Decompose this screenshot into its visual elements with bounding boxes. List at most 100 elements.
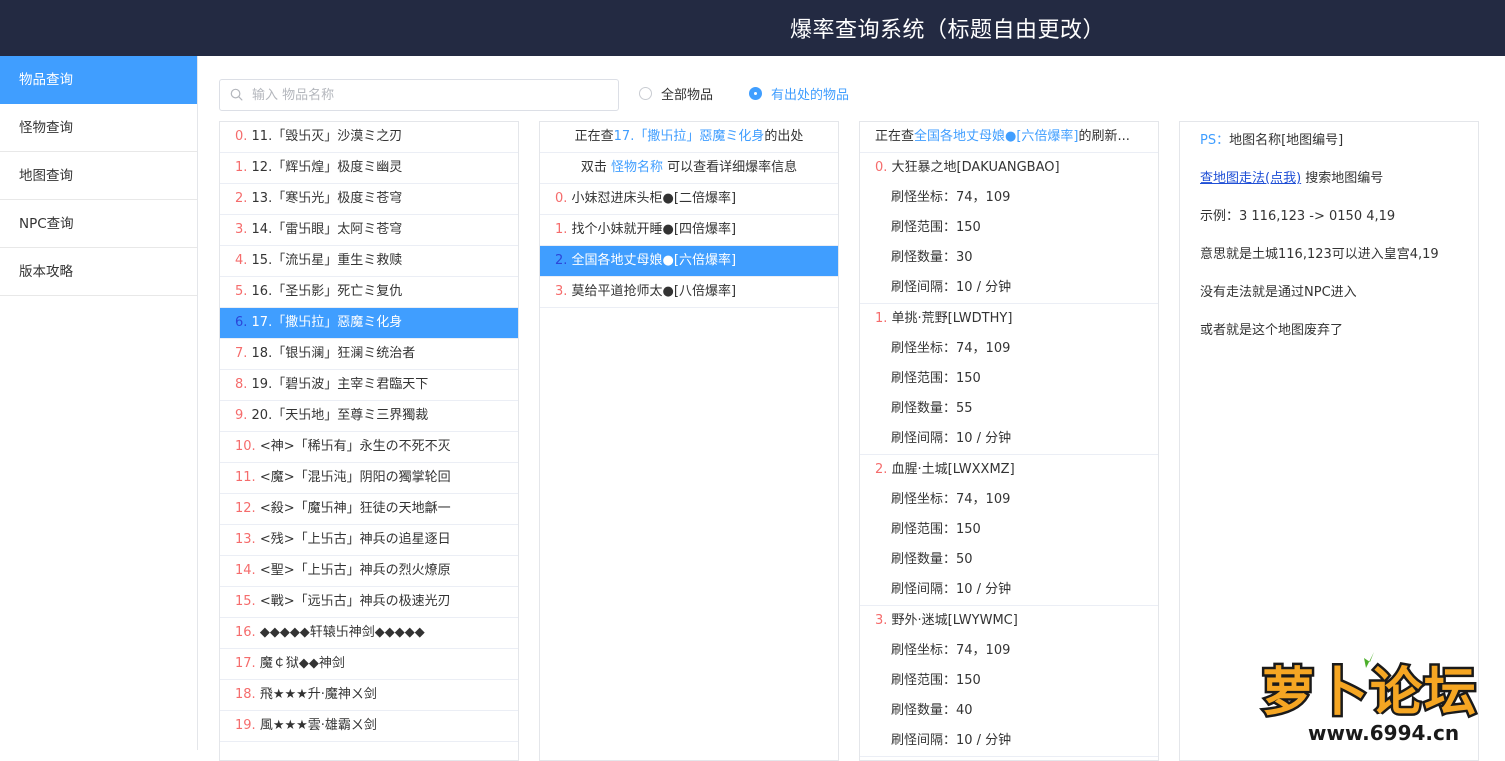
item-index: 5. [235,284,248,299]
item-row[interactable]: 17. 魔￠狱◆◆神剑 [220,649,518,680]
item-row[interactable]: 12. <殺>「魔卐神」狂徒の天地龢一 [220,494,518,525]
monster-row[interactable]: 2. 全国各地丈母娘●[六倍爆率] [540,246,838,277]
map-path-link[interactable]: 查地图走法(点我) [1200,171,1301,186]
map-name: 大狂暴之地[DAKUANGBAO] [887,160,1060,175]
logo-site-text: www.6994.cn [1308,721,1459,745]
item-row[interactable]: 16. ◆◆◆◆◆轩辕卐神剑◆◆◆◆◆ [220,618,518,649]
item-row[interactable]: 10. <神>「稀卐有」永生の不死不灭 [220,432,518,463]
hint-link: 怪物名称 [610,160,663,175]
item-name: 飛★★★升·魔神ㄨ剑 [255,687,377,702]
item-row[interactable]: 18. 飛★★★升·魔神ㄨ剑 [220,680,518,711]
map-header-suffix: 的刷新... [1078,129,1130,144]
item-row[interactable]: 7. 18.「银卐澜」狂澜ミ统治者 [220,339,518,370]
sidebar-item-npc-query[interactable]: NPC查询 [0,200,197,248]
item-index: 4. [235,253,248,268]
monster-row[interactable]: 3. 莫给平道抢师太●[八倍爆率] [540,277,838,308]
monster-row[interactable]: 0. 小妹怼进床头柜●[二倍爆率] [540,184,838,215]
item-name: 17.「撒卐拉」惡魔ミ化身 [247,315,403,330]
item-row[interactable]: 6. 17.「撒卐拉」惡魔ミ化身 [220,308,518,339]
map-detail-line: 刷怪坐标：74，109 [891,341,1011,356]
item-index: 8. [235,377,248,392]
search-box[interactable] [219,79,619,111]
sidebar-item-item-query[interactable]: 物品查询 [0,56,197,104]
abandoned-text: 或者就是这个地图废弃了 [1200,323,1344,338]
item-name: 15.「流卐星」重生ミ救赎 [247,253,403,268]
item-name: 16.「圣卐影」死亡ミ复仇 [247,284,403,299]
monster-header-item: 17.「撒卐拉」惡魔ミ化身 [613,129,765,144]
item-index: 1. [235,160,248,175]
top-header: 爆率查询系统（标题自由更改） [0,0,1505,56]
no-path-text: 没有走法就是通过NPC进入 [1200,285,1357,300]
hint-suffix: 可以查看详细爆率信息 [663,160,798,175]
search-input[interactable] [252,84,612,106]
item-index: 9. [235,408,248,423]
filter-all-items-radio[interactable]: 全部物品 [639,84,713,103]
item-index: 7. [235,346,248,361]
map-entry: 2. 血腥·土城[LWXXMZ] 刷怪坐标：74，109 刷怪范围：150 刷怪数量：… [860,455,1158,606]
item-row[interactable]: 13. <残>「上卐古」神兵の追星逐日 [220,525,518,556]
sidebar-item-monster-query[interactable]: 怪物查询 [0,104,197,152]
map-title[interactable]: 0. 大狂暴之地[DAKUANGBAO] [860,153,1158,183]
map-title[interactable]: 3. 野外·迷城[LWYWMC] [860,606,1158,636]
item-row[interactable]: 11. <魔>「混卐沌」阴阳の獨掌轮回 [220,463,518,494]
map-detail-line: 刷怪范围：150 [891,220,981,235]
item-row[interactable]: 5. 16.「圣卐影」死亡ミ复仇 [220,277,518,308]
item-row[interactable]: 14. <聖>「上卐古」神兵の烈火燎原 [220,556,518,587]
item-index: 16. [235,625,256,640]
sidebar-item-map-query[interactable]: 地图查询 [0,152,197,200]
item-row[interactable]: 3. 14.「雷卐眼」太阿ミ苍穹 [220,215,518,246]
monster-index: 3. [555,284,568,299]
item-row[interactable]: 1. 12.「辉卐煌」极度ミ幽灵 [220,153,518,184]
ps-text: 地图名称[地图编号] [1229,133,1344,148]
map-detail-line: 刷怪范围：150 [891,522,981,537]
map-entry: 1. 单挑·荒野[LWDTHY] 刷怪坐标：74，109 刷怪范围：150 刷怪数量：… [860,304,1158,455]
item-name: <神>「稀卐有」永生の不死不灭 [255,439,451,454]
monster-list: 0. 小妹怼进床头柜●[二倍爆率] 1. 找个小妹就开睡●[四倍爆率] 2. 全国各… [540,184,838,308]
item-row[interactable]: 19. 風★★★雲·雄霸ㄨ剑 [220,711,518,742]
monster-header-suffix: 的出处 [764,129,804,144]
item-row[interactable]: 9. 20.「天卐地」至尊ミ三界獨裁 [220,401,518,432]
map-detail-line: 刷怪间隔：10 / 分钟 [891,733,1012,748]
filter-has-source-label: 有出处的物品 [771,87,850,103]
map-detail-line: 刷怪间隔：10 / 分钟 [891,582,1012,597]
item-name: 20.「天卐地」至尊ミ三界獨裁 [247,408,429,423]
map-detail-line: 刷怪坐标：74，109 [891,643,1011,658]
page-title: 爆率查询系统（标题自由更改） [790,18,1106,43]
monster-name: 找个小妹就开睡●[四倍爆率] [567,222,737,237]
ps-label: PS： [1200,133,1230,148]
item-row[interactable]: 4. 15.「流卐星」重生ミ救赎 [220,246,518,277]
map-header-item: 全国各地丈母娘●[六倍爆率] [914,129,1079,144]
map-detail-line: 刷怪坐标：74，109 [891,190,1011,205]
map-index: 0. [875,160,888,175]
item-row[interactable]: 15. <戰>「远卐古」神兵の极速光刃 [220,587,518,618]
monster-source-panel: 正在查17.「撒卐拉」惡魔ミ化身的出处 双击 怪物名称 可以查看详细爆率信息 0… [539,121,839,761]
map-name: 单挑·荒野[LWDTHY] [887,311,1013,326]
map-index: 1. [875,311,888,326]
monster-index: 0. [555,191,568,206]
sidebar-item-guide[interactable]: 版本攻略 [0,248,197,296]
monster-panel-header: 正在查17.「撒卐拉」惡魔ミ化身的出处 [540,122,838,153]
map-panel-header: 正在查全国各地丈母娘●[六倍爆率]的刷新... [860,122,1158,153]
item-index: 17. [235,656,256,671]
item-index: 10. [235,439,256,454]
map-title[interactable]: 1. 单挑·荒野[LWDTHY] [860,304,1158,334]
map-detail-line: 刷怪范围：150 [891,371,981,386]
map-entry: 0. 大狂暴之地[DAKUANGBAO] 刷怪坐标：74，109 刷怪范围：150 刷… [860,153,1158,304]
map-detail-line: 刷怪数量：30 [891,250,973,265]
monster-index: 1. [555,222,568,237]
monster-row[interactable]: 1. 找个小妹就开睡●[四倍爆率] [540,215,838,246]
item-row[interactable]: 0. 11.「毁卐灭」沙漠ミ之刃 [220,122,518,153]
item-index: 3. [235,222,248,237]
monster-name: 小妹怼进床头柜●[二倍爆率] [567,191,737,206]
map-title[interactable]: 2. 血腥·土城[LWXXMZ] [860,455,1158,485]
map-detail-line: 刷怪数量：55 [891,401,973,416]
map-index: 3. [875,613,888,628]
item-row[interactable]: 2. 13.「寒卐光」极度ミ苍穹 [220,184,518,215]
item-list: 0. 11.「毁卐灭」沙漠ミ之刃 1. 12.「辉卐煌」极度ミ幽灵 2. 13.「寒… [220,122,518,742]
item-name: <殺>「魔卐神」狂徒の天地龢一 [255,501,451,516]
sidebar-nav: 物品查询 怪物查询 地图查询 NPC查询 版本攻略 [0,56,198,750]
item-row[interactable]: 8. 19.「碧卐波」主宰ミ君臨天下 [220,370,518,401]
item-name: 11.「毁卐灭」沙漠ミ之刃 [247,129,403,144]
monster-name: 全国各地丈母娘●[六倍爆率] [567,253,737,268]
filter-has-source-radio[interactable]: 有出处的物品 [749,84,850,103]
